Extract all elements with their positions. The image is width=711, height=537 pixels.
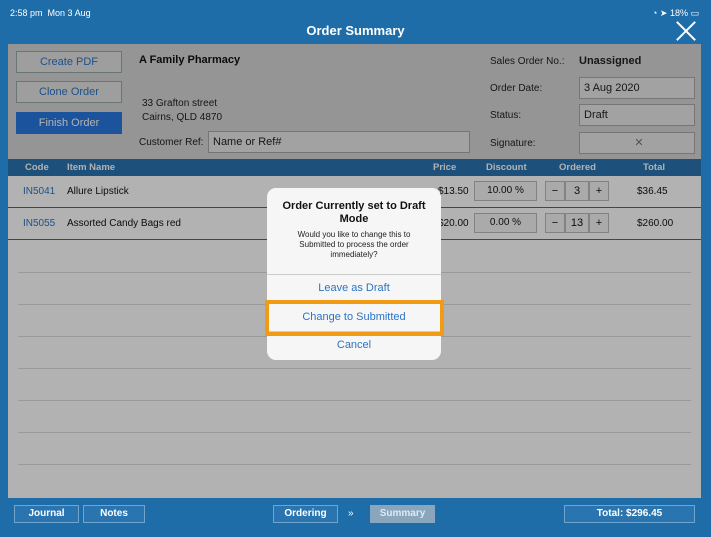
chevron-right-icon: » <box>348 508 354 519</box>
bottom-toolbar: Journal Notes Ordering » Summary Total: … <box>8 500 701 528</box>
battery-icon: ▭ <box>690 8 699 18</box>
journal-button[interactable]: Journal <box>14 505 79 523</box>
order-total: Total: $296.45 <box>564 505 695 523</box>
ordering-tab[interactable]: Ordering <box>273 505 338 523</box>
status-time: 2:58 pm Mon 3 Aug <box>10 8 91 18</box>
wifi-icon: ◔ <box>651 8 658 18</box>
dialog-message: Would you like to change this to Submitt… <box>297 230 411 259</box>
battery-percent: 18% <box>669 8 688 18</box>
page-title: Order Summary <box>306 23 405 38</box>
close-icon[interactable] <box>675 20 697 42</box>
summary-tab[interactable]: Summary <box>370 505 435 523</box>
leave-as-draft-button[interactable]: Leave as Draft <box>267 274 441 302</box>
time-text: 2:58 pm <box>10 8 43 18</box>
dialog-title: Order Currently set to Draft Mode <box>282 200 426 225</box>
notes-button[interactable]: Notes <box>83 505 145 523</box>
highlight-box <box>265 300 444 336</box>
location-icon: ➤ <box>659 8 668 18</box>
date-text: Mon 3 Aug <box>47 8 91 18</box>
